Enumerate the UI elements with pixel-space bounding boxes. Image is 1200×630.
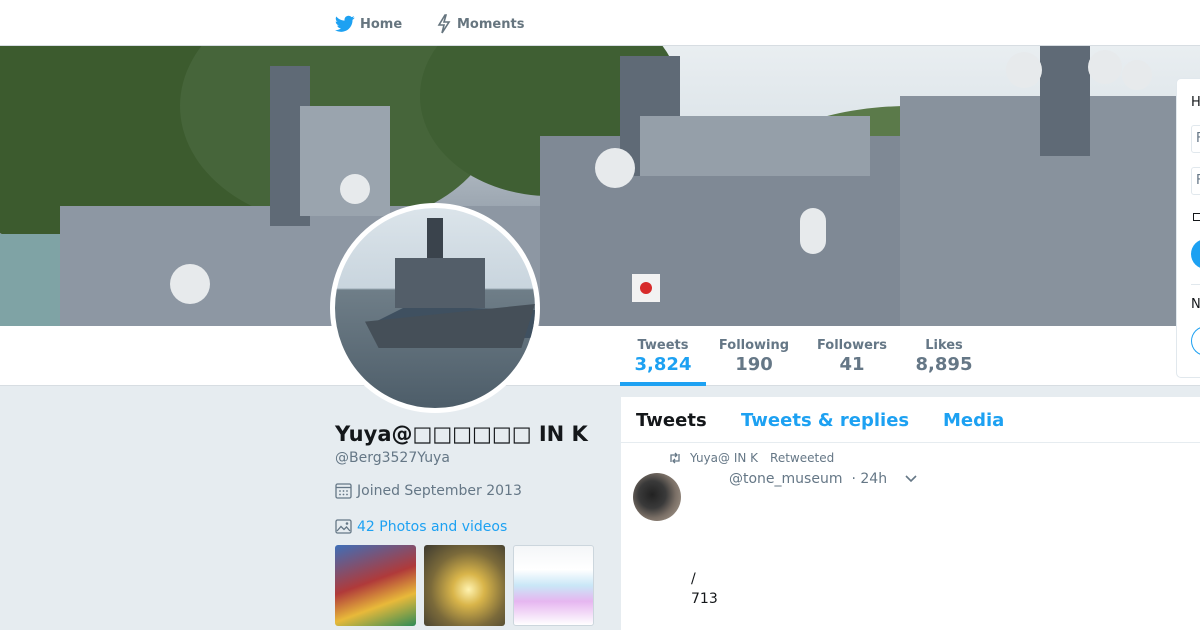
tweet-timeline: Tweets Tweets & replies Media Yuya@ IN K… (621, 397, 1200, 630)
tweet-text: / 713 (691, 569, 718, 609)
tweet-author-avatar[interactable] (633, 473, 681, 521)
profile-name: Yuya@□□□□□□ IN K (335, 422, 588, 446)
joined-date: Joined September 2013 (335, 482, 522, 499)
joined-label: Joined September 2013 (357, 482, 522, 499)
stat-following[interactable]: Following 190 (716, 338, 792, 375)
nav-moments[interactable]: Moments (436, 12, 524, 36)
widget-outline-button[interactable] (1191, 326, 1200, 356)
tweet-header: @tone_museum · 24h (729, 471, 917, 487)
stat-followers-label: Followers (816, 338, 888, 353)
tab-tweets-replies[interactable]: Tweets & replies (741, 410, 909, 431)
stat-followers-value: 41 (839, 354, 865, 375)
retweet-context: Yuya@ IN K Retweeted (668, 451, 834, 465)
media-thumbnail[interactable] (513, 545, 594, 626)
active-tab-indicator (620, 382, 706, 386)
nav-moments-label: Moments (457, 16, 525, 32)
stat-following-label: Following (718, 338, 790, 353)
widget-input-field[interactable]: F (1191, 125, 1200, 153)
image-icon (335, 519, 352, 534)
stat-likes-value: 8,895 (915, 354, 973, 375)
tab-media[interactable]: Media (943, 410, 1004, 431)
retweeter-name[interactable]: Yuya@ IN K (690, 451, 758, 465)
stat-tweets[interactable]: Tweets 3,824 (634, 338, 692, 375)
tweet-author-handle[interactable]: @tone_museum (729, 471, 842, 487)
lightning-icon (437, 14, 451, 34)
profile-stats-bar: Tweets 3,824 Following 190 Followers 41 … (0, 326, 1200, 386)
media-thumbnail[interactable] (424, 545, 505, 626)
stat-likes[interactable]: Likes 8,895 (912, 338, 976, 375)
nav-home[interactable]: Home (335, 12, 402, 36)
tweet-text-line: 713 (691, 591, 718, 607)
chevron-down-icon[interactable] (905, 475, 917, 483)
stat-followers[interactable]: Followers 41 (814, 338, 890, 375)
checkbox[interactable] (1193, 213, 1200, 221)
retweet-icon (670, 452, 680, 464)
photos-videos-link[interactable]: 42 Photos and videos (335, 518, 507, 535)
profile-avatar[interactable] (330, 203, 540, 413)
widget-button[interactable] (1191, 239, 1200, 269)
stat-likes-label: Likes (925, 338, 963, 353)
stat-tweets-label: Tweets (637, 338, 689, 353)
stat-following-value: 190 (735, 354, 773, 375)
profile-banner (0, 46, 1200, 326)
stat-tweets-value: 3,824 (634, 354, 692, 375)
widget-section-heading: N (1191, 297, 1200, 312)
media-thumbnail[interactable] (335, 545, 416, 626)
profile-handle[interactable]: @Berg3527Yuya (335, 450, 450, 466)
photos-videos-label: 42 Photos and videos (357, 518, 508, 535)
widget-heading: H (1191, 95, 1200, 110)
widget-divider (1191, 284, 1200, 285)
tweet-timestamp[interactable]: · 24h (851, 471, 887, 487)
nav-home-label: Home (360, 16, 403, 32)
twitter-bird-icon (335, 15, 355, 32)
japan-flag (632, 274, 660, 302)
widget-input-field[interactable]: F (1191, 167, 1200, 195)
tweet-text-line: / (691, 571, 696, 587)
timeline-tabs: Tweets Tweets & replies Media (621, 397, 1200, 443)
retweeted-label: Retweeted (770, 451, 835, 465)
login-side-widget: H F F N (1176, 78, 1200, 378)
top-navigation: Home Moments (0, 0, 1200, 46)
tab-tweets[interactable]: Tweets (636, 410, 707, 431)
calendar-icon (335, 483, 352, 499)
